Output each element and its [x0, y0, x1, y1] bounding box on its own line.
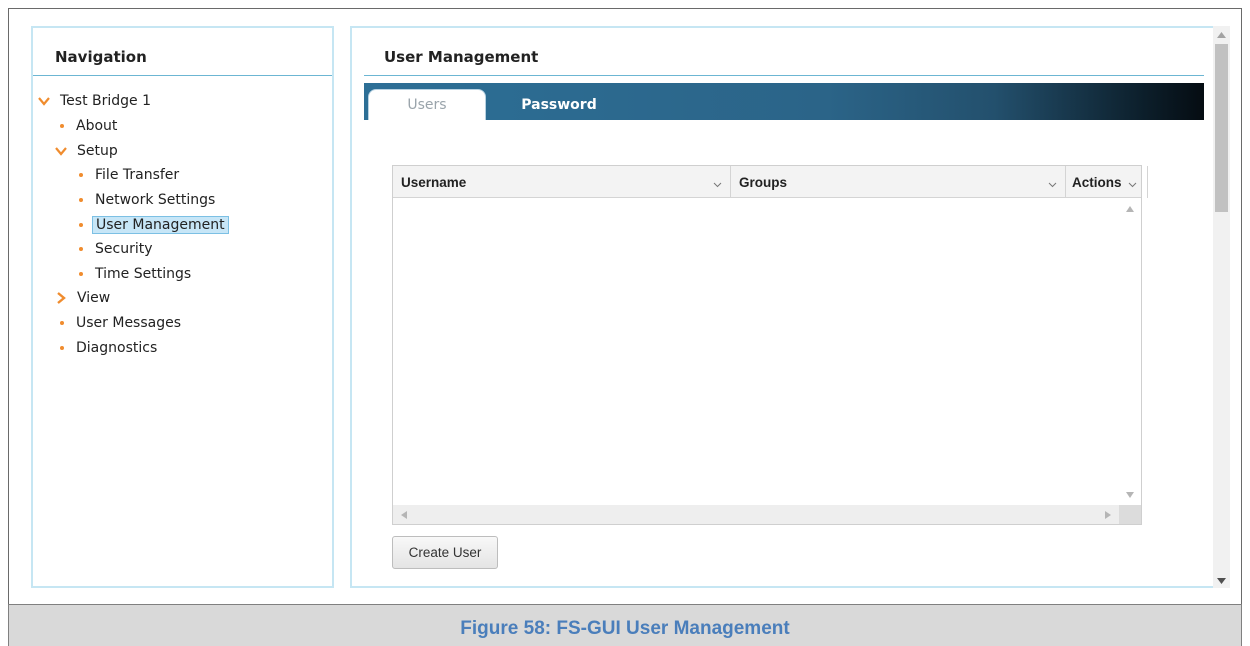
bullet-icon: [79, 223, 83, 227]
grid-header: Username Groups Actions: [393, 166, 1148, 198]
bullet-icon: [79, 198, 83, 202]
tree-item-label: Diagnostics: [76, 340, 158, 356]
bullet-icon: [60, 321, 64, 325]
column-header-label: Groups: [739, 174, 788, 190]
tree-item-about[interactable]: About: [58, 115, 120, 137]
tab-users[interactable]: Users: [368, 89, 486, 120]
tab-bar: Users Password: [364, 83, 1204, 120]
title-divider: [364, 75, 1204, 76]
grid-horizontal-scrollbar[interactable]: [393, 505, 1121, 524]
bullet-icon: [60, 346, 64, 350]
tree-item-label: View: [77, 290, 111, 306]
tree-item-view[interactable]: View: [54, 287, 113, 309]
scroll-down-icon[interactable]: [1126, 492, 1134, 498]
tree-item-network-settings[interactable]: Network Settings: [77, 189, 218, 211]
bullet-icon: [79, 173, 83, 177]
tree-item-security[interactable]: Security: [77, 238, 156, 260]
tree-item-label: Network Settings: [95, 192, 216, 208]
tree-item-file-transfer[interactable]: File Transfer: [77, 164, 182, 186]
scroll-left-icon[interactable]: [401, 511, 407, 519]
tree-item-test-bridge[interactable]: Test Bridge 1: [37, 90, 154, 112]
tree-item-label: About: [76, 118, 118, 134]
scrollbar-corner: [1119, 505, 1141, 524]
grid-body: [393, 199, 1141, 525]
scroll-up-icon[interactable]: [1126, 206, 1134, 212]
chevron-down-icon[interactable]: [37, 94, 51, 108]
navigation-divider: [33, 75, 332, 76]
column-header-actions[interactable]: Actions: [1066, 166, 1148, 198]
scroll-down-icon[interactable]: [1217, 578, 1226, 584]
column-header-label: Username: [401, 174, 467, 190]
tree-item-time-settings[interactable]: Time Settings: [77, 263, 194, 285]
main-panel: User Management Users Password Username …: [350, 26, 1220, 588]
page-vertical-scrollbar[interactable]: [1213, 26, 1230, 588]
tree-item-label: Setup: [77, 143, 118, 159]
chevron-down-icon[interactable]: [54, 144, 68, 158]
tree-item-setup[interactable]: Setup: [54, 140, 121, 162]
sort-chevron-icon[interactable]: [713, 177, 722, 188]
tree-item-user-messages[interactable]: User Messages: [58, 312, 184, 334]
tree-item-label: File Transfer: [95, 167, 180, 183]
sort-chevron-icon[interactable]: [1048, 177, 1057, 188]
figure-caption: Figure 58: FS-GUI User Management: [460, 618, 790, 639]
figure-caption-bar: Figure 58: FS-GUI User Management: [8, 604, 1242, 646]
column-header-groups[interactable]: Groups: [731, 166, 1066, 198]
column-header-label: Actions: [1072, 174, 1122, 190]
tree-item-user-management[interactable]: User Management: [77, 214, 229, 236]
bullet-icon: [79, 247, 83, 251]
tree-item-diagnostics[interactable]: Diagnostics: [58, 337, 160, 359]
scroll-up-icon[interactable]: [1217, 32, 1226, 38]
tab-password[interactable]: Password: [504, 89, 614, 120]
tree-item-label: User Messages: [76, 315, 182, 331]
tree-item-label: Test Bridge 1: [60, 93, 152, 109]
column-header-username[interactable]: Username: [393, 166, 731, 198]
navigation-panel: Navigation Test Bridge 1 About Setup Fil…: [31, 26, 334, 588]
sort-chevron-icon[interactable]: [1128, 177, 1137, 188]
page-title: User Management: [384, 48, 539, 66]
scrollbar-thumb[interactable]: [1215, 44, 1228, 212]
grid-vertical-scrollbar[interactable]: [1119, 199, 1141, 506]
create-user-button[interactable]: Create User: [392, 536, 498, 569]
tree-item-label: Security: [95, 241, 153, 257]
navigation-title: Navigation: [55, 48, 147, 66]
users-grid: Username Groups Actions: [392, 165, 1148, 525]
scroll-right-icon[interactable]: [1105, 511, 1111, 519]
bullet-icon: [60, 124, 64, 128]
chevron-right-icon[interactable]: [54, 291, 68, 305]
tree-item-label: Time Settings: [95, 266, 192, 282]
tree-item-label-selected: User Management: [92, 216, 229, 234]
bullet-icon: [79, 272, 83, 276]
